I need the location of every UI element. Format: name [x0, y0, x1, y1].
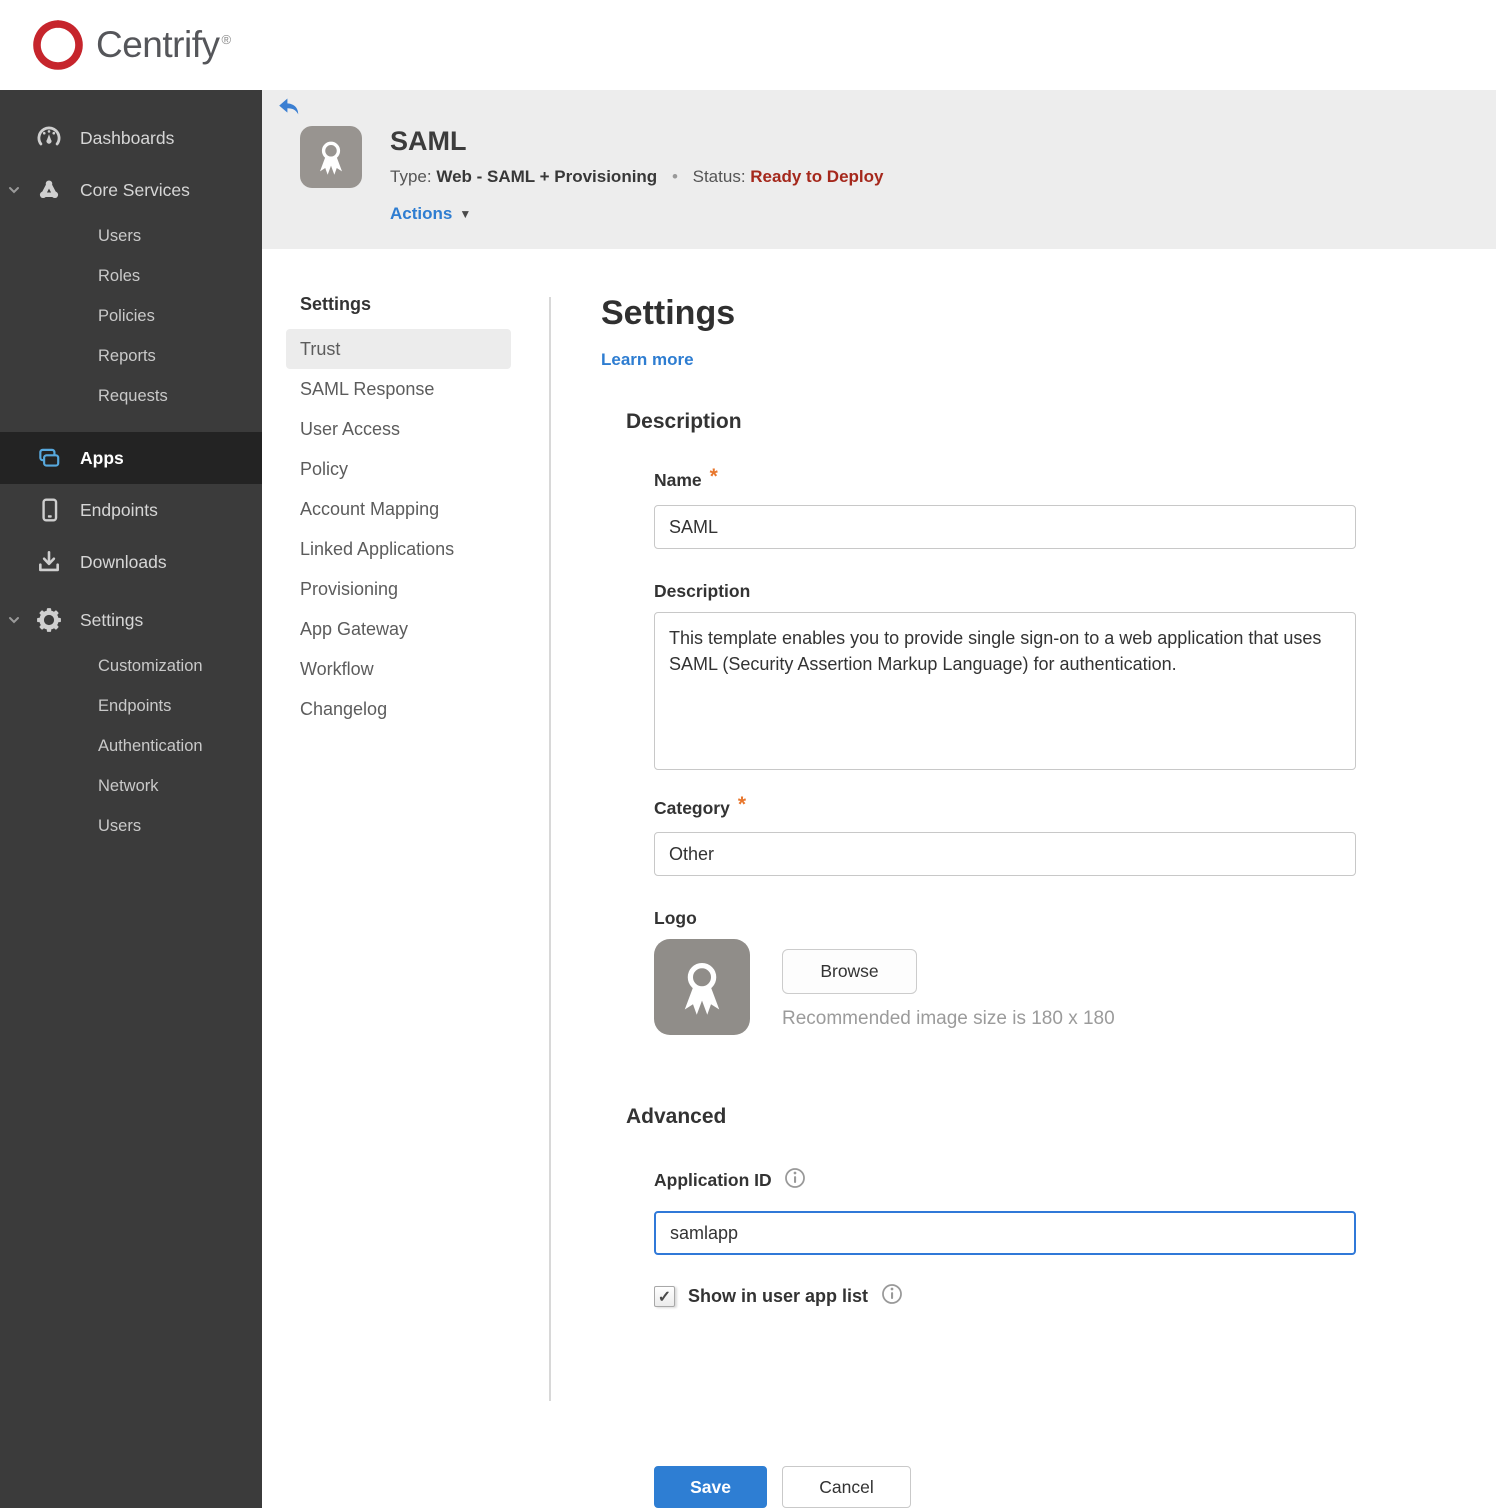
logo-size-hint: Recommended image size is 180 x 180 [782, 1008, 1115, 1029]
sidebar-item-authentication[interactable]: Authentication [0, 726, 262, 766]
centrify-logo: Centrify ® [30, 17, 231, 73]
subnav-item-linked-applications[interactable]: Linked Applications [286, 529, 511, 569]
sidebar-item-apps[interactable]: Apps [0, 432, 262, 484]
info-icon[interactable] [784, 1167, 806, 1194]
required-asterisk: * [709, 465, 718, 488]
apps-icon [36, 445, 62, 471]
caret-down-icon: ▼ [459, 207, 472, 221]
cluster-icon [36, 177, 62, 203]
chevron-down-icon [6, 182, 22, 198]
chevron-down-icon [6, 612, 22, 628]
status-value: Ready to Deploy [750, 167, 884, 186]
show-in-user-app-list-label: Show in user app list [688, 1286, 869, 1306]
sidebar-item-roles[interactable]: Roles [0, 256, 262, 296]
name-label: Name * [654, 465, 718, 490]
sidebar-item-reports[interactable]: Reports [0, 336, 262, 376]
sidebar: Dashboards Core Services Users Roles Pol… [0, 90, 262, 1508]
learn-more-link[interactable]: Learn more [601, 350, 694, 370]
app-header-band: SAML Type: Web - SAML + Provisioning • S… [262, 90, 1496, 249]
subnav-item-app-gateway[interactable]: App Gateway [286, 609, 511, 649]
sidebar-item-requests[interactable]: Requests [0, 376, 262, 416]
settings-panel: Settings Learn more Description Name * D… [551, 249, 1496, 1508]
sidebar-item-settings-users[interactable]: Users [0, 806, 262, 846]
category-input[interactable] [654, 832, 1356, 876]
name-input[interactable] [654, 505, 1356, 549]
description-section-heading: Description [626, 410, 742, 433]
app-meta: Type: Web - SAML + Provisioning • Status… [390, 167, 883, 187]
app-logo-tile [300, 126, 362, 188]
meta-separator: • [671, 167, 678, 186]
subnav-item-provisioning[interactable]: Provisioning [286, 569, 511, 609]
registered-mark: ® [221, 31, 231, 47]
sidebar-item-users[interactable]: Users [0, 216, 262, 256]
sidebar-item-customization[interactable]: Customization [0, 646, 262, 686]
info-icon[interactable] [881, 1283, 903, 1310]
application-id-label: Application ID [654, 1167, 1356, 1194]
app-title: SAML [390, 126, 467, 156]
sidebar-item-dashboards[interactable]: Dashboards [0, 112, 262, 164]
gear-icon [36, 607, 62, 633]
award-icon [319, 141, 343, 175]
sidebar-item-policies[interactable]: Policies [0, 296, 262, 336]
subnav-item-account-mapping[interactable]: Account Mapping [286, 489, 511, 529]
subnav-item-policy[interactable]: Policy [286, 449, 511, 489]
sidebar-item-settings-endpoints[interactable]: Endpoints [0, 686, 262, 726]
sidebar-item-downloads[interactable]: Downloads [0, 536, 262, 588]
description-textarea[interactable]: This template enables you to provide sin… [654, 612, 1356, 770]
page-title: Settings [601, 294, 736, 332]
sidebar-item-network[interactable]: Network [0, 766, 262, 806]
advanced-section-heading: Advanced [626, 1105, 727, 1128]
phone-icon [36, 497, 62, 523]
sidebar-item-settings[interactable]: Settings [0, 594, 262, 646]
logo-preview-tile [654, 939, 750, 1035]
show-in-user-app-list-checkbox[interactable]: ✓ [654, 1286, 675, 1307]
category-label: Category * [654, 793, 747, 818]
sidebar-item-endpoints[interactable]: Endpoints [0, 484, 262, 536]
subnav-item-workflow[interactable]: Workflow [286, 649, 511, 689]
logo-label: Logo [654, 908, 697, 928]
required-asterisk: * [737, 793, 747, 816]
subnav-item-trust[interactable]: Trust [286, 329, 511, 369]
status-label: Status: [692, 167, 746, 186]
subnav: Settings Trust SAML Response User Access… [262, 249, 549, 1508]
cancel-button[interactable]: Cancel [782, 1466, 911, 1508]
save-button[interactable]: Save [654, 1466, 767, 1508]
sidebar-item-core-services[interactable]: Core Services [0, 164, 262, 216]
download-icon [36, 549, 62, 575]
description-label: Description [654, 581, 751, 601]
brand-name: Centrify ® [96, 24, 231, 65]
subnav-item-changelog[interactable]: Changelog [286, 689, 511, 729]
centrify-swirl-icon [33, 20, 83, 70]
browse-button[interactable]: Browse [782, 949, 917, 994]
type-label: Type: [390, 167, 432, 186]
top-bar: Centrify ® [0, 0, 1496, 90]
subnav-header: Settings [300, 294, 372, 314]
actions-dropdown[interactable]: Actions ▼ [390, 204, 471, 224]
type-value: Web - SAML + Provisioning [436, 167, 658, 186]
subnav-item-saml-response[interactable]: SAML Response [286, 369, 511, 409]
application-id-input[interactable] [654, 1211, 1356, 1255]
award-icon [684, 963, 720, 1015]
gauge-icon [36, 125, 62, 151]
back-arrow-icon[interactable] [278, 98, 300, 115]
subnav-item-user-access[interactable]: User Access [286, 409, 511, 449]
